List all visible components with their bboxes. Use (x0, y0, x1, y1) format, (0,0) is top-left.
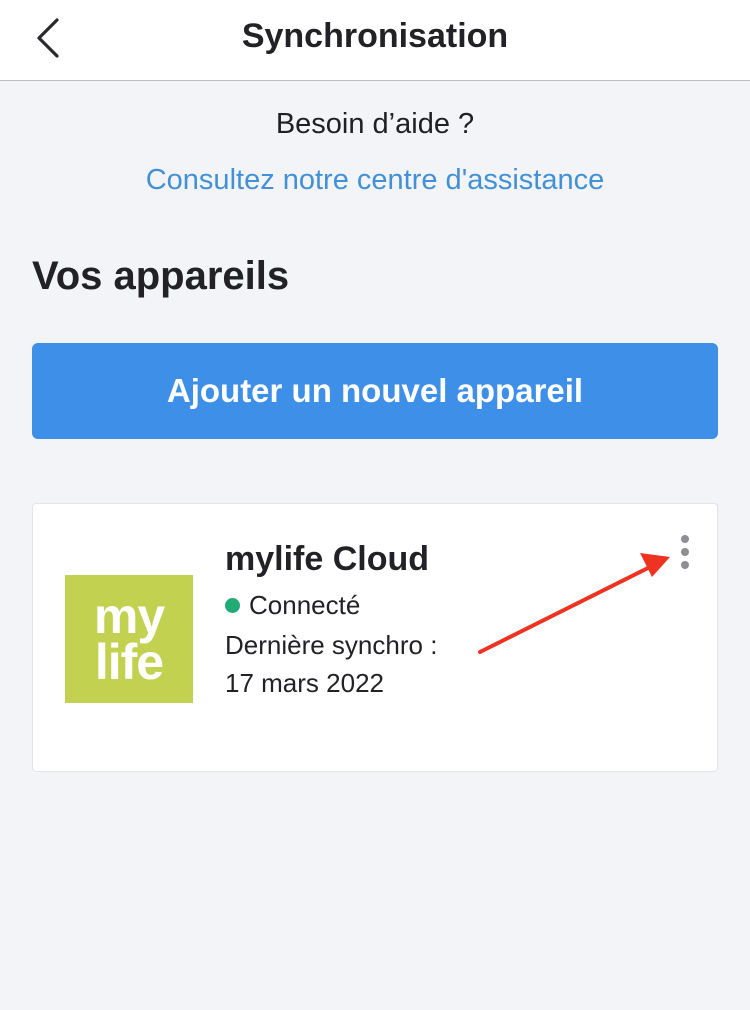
annotation-arrow (478, 553, 670, 654)
help-center-link[interactable]: Consultez notre centre d'assistance (0, 164, 750, 197)
chevron-left-icon (37, 18, 59, 58)
status-text: Connecté (249, 590, 361, 620)
logo-text-line2: life (94, 634, 164, 690)
help-heading: Besoin d’aide ? (275, 108, 475, 140)
logo-text-line1: my (93, 588, 165, 644)
top-navigation-bar: Synchronisation (0, 0, 750, 81)
status-dot-icon (225, 598, 240, 613)
device-name: mylife Cloud (225, 540, 430, 578)
add-device-button[interactable]: Ajouter un nouvel appareil (32, 343, 718, 439)
page-title: Synchronisation (241, 17, 509, 55)
devices-section-title: Vos appareils (32, 254, 290, 298)
connection-status: Connecté (225, 590, 360, 621)
back-button[interactable] (20, 10, 76, 66)
more-vertical-icon (681, 535, 689, 543)
last-sync-date: 17 mars 2022 (225, 668, 384, 698)
last-sync-label: Dernière synchro : (225, 630, 438, 660)
mylife-logo: my life (65, 575, 193, 703)
